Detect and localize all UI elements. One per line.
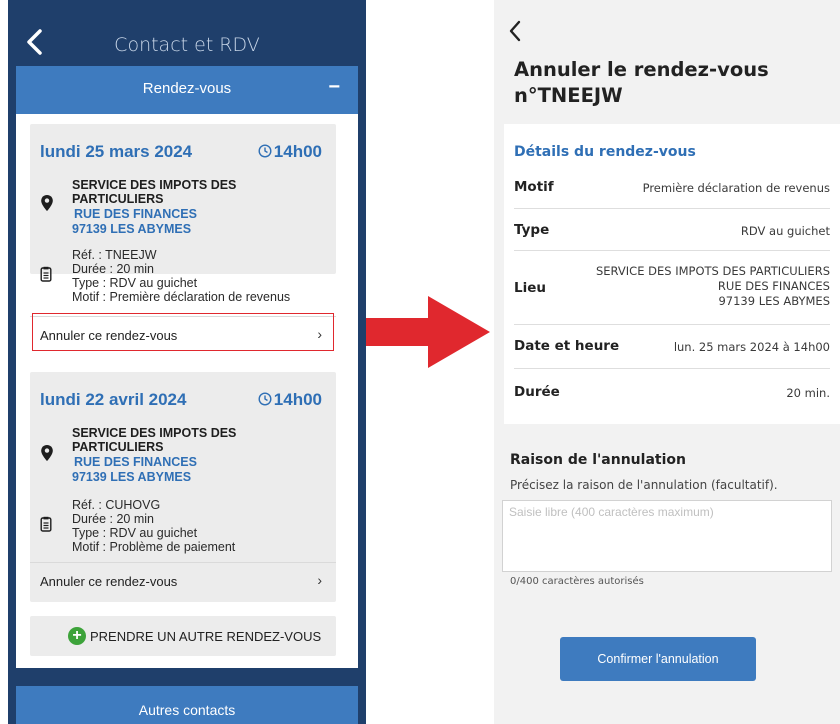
appointment-time: 14h00: [258, 390, 322, 410]
page-title: Annuler le rendez-vous n°TNEEJW: [514, 57, 814, 109]
page-title-line2: n°TNEEJW: [514, 84, 623, 107]
character-counter: 0/400 caractères autorisés: [510, 576, 644, 587]
appointment-details-card: Détails du rendez-vous Motif Première dé…: [504, 124, 840, 424]
lieu-line3: 97139 LES ABYMES: [718, 294, 830, 308]
location-pin-icon: [41, 195, 53, 211]
document-icon: [40, 516, 52, 532]
detail-label: Durée: [514, 384, 560, 400]
divider: [514, 368, 830, 369]
appointment-ref: Réf. : TNEEJW: [72, 248, 157, 262]
appointment-date: lundi 22 avril 2024: [40, 390, 187, 409]
confirm-cancellation-button[interactable]: Confirmer l'annulation: [560, 637, 756, 681]
plus-circle-icon: +: [68, 627, 86, 645]
chevron-right-icon: ›: [317, 572, 322, 588]
section-label: Rendez-vous: [142, 80, 232, 97]
appointment-ref: Réf. : CUHOVG: [72, 498, 161, 512]
location-pin-icon: [41, 445, 53, 461]
appointment-type: Type : RDV au guichet: [72, 276, 198, 290]
new-appointment-button[interactable]: + PRENDRE UN AUTRE RENDEZ-VOUS: [30, 616, 336, 656]
service-city: 97139 LES ABYMES: [72, 470, 192, 484]
detail-value: RDV au guichet: [740, 224, 830, 238]
appointment-time-text: 14h00: [273, 390, 322, 409]
divider: [514, 324, 830, 325]
service-city: 97139 LES ABYMES: [72, 222, 192, 236]
detail-value: SERVICE DES IMPOTS DES PARTICULIERS RUE …: [596, 264, 830, 309]
divider: [514, 250, 830, 251]
cancel-appointment-link[interactable]: Annuler ce rendez-vous ›: [30, 562, 336, 603]
page-title-line1: Annuler le rendez-vous: [514, 58, 769, 81]
rendezvous-section-header[interactable]: Rendez-vous −: [16, 66, 358, 114]
other-contacts-label: Autres contacts: [138, 702, 236, 718]
appointment-time: 14h00: [258, 142, 322, 162]
service-street: RUE DES FINANCES: [74, 207, 197, 221]
reason-textarea[interactable]: [502, 500, 832, 572]
divider: [514, 208, 830, 209]
service-street: RUE DES FINANCES: [74, 455, 197, 469]
detail-label: Date et heure: [514, 338, 620, 354]
collapse-icon[interactable]: −: [328, 76, 340, 99]
appointment-date: lundi 25 mars 2024: [40, 142, 193, 161]
clock-icon: [258, 392, 272, 406]
detail-value: lun. 25 mars 2024 à 14h00: [673, 340, 830, 354]
reason-hint: Précisez la raison de l'annulation (facu…: [510, 478, 778, 492]
right-screen: Annuler le rendez-vous n°TNEEJW Détails …: [494, 0, 840, 724]
other-contacts-section-header[interactable]: Autres contacts: [16, 686, 358, 724]
page-title: Contact et RDV: [114, 34, 260, 56]
new-appointment-label: PRENDRE UN AUTRE RENDEZ-VOUS: [90, 629, 322, 644]
details-title: Détails du rendez-vous: [514, 144, 696, 160]
chevron-left-icon[interactable]: [508, 20, 522, 42]
reason-title: Raison de l'annulation: [510, 452, 686, 468]
detail-label: Lieu: [514, 280, 546, 296]
clock-icon: [258, 144, 272, 158]
appointment-type: Type : RDV au guichet: [72, 526, 198, 540]
appointment-card: lundi 25 mars 2024 14h00 SERVICE DES IMP…: [30, 124, 336, 343]
appointment-motif: Motif : Problème de paiement: [72, 540, 236, 554]
service-name: SERVICE DES IMPOTS DES PARTICULIERS: [72, 426, 237, 454]
detail-label: Type: [514, 222, 550, 238]
lieu-line1: SERVICE DES IMPOTS DES PARTICULIERS: [595, 264, 830, 278]
appointment-duration: Durée : 20 min: [72, 512, 154, 526]
lieu-line2: RUE DES FINANCES: [717, 279, 830, 293]
cancel-label: Annuler ce rendez-vous: [40, 574, 178, 589]
left-screen: Contact et RDV Rendez-vous − lundi 25 ma…: [8, 0, 366, 724]
appointment-card: lundi 22 avril 2024 14h00 SERVICE DES IM…: [30, 372, 336, 602]
service-name: SERVICE DES IMPOTS DES PARTICULIERS: [72, 178, 237, 206]
appointment-motif: Motif : Première déclaration de revenus: [72, 290, 291, 304]
red-arrow: [366, 296, 490, 368]
appointment-time-text: 14h00: [273, 142, 322, 161]
detail-value: 20 min.: [786, 386, 830, 400]
highlight-box: [32, 313, 334, 351]
detail-label: Motif: [514, 179, 554, 195]
top-bar: Contact et RDV: [8, 0, 366, 66]
appointment-duration: Durée : 20 min: [72, 262, 154, 276]
document-icon: [40, 266, 52, 282]
detail-value: Première déclaration de revenus: [642, 181, 830, 195]
